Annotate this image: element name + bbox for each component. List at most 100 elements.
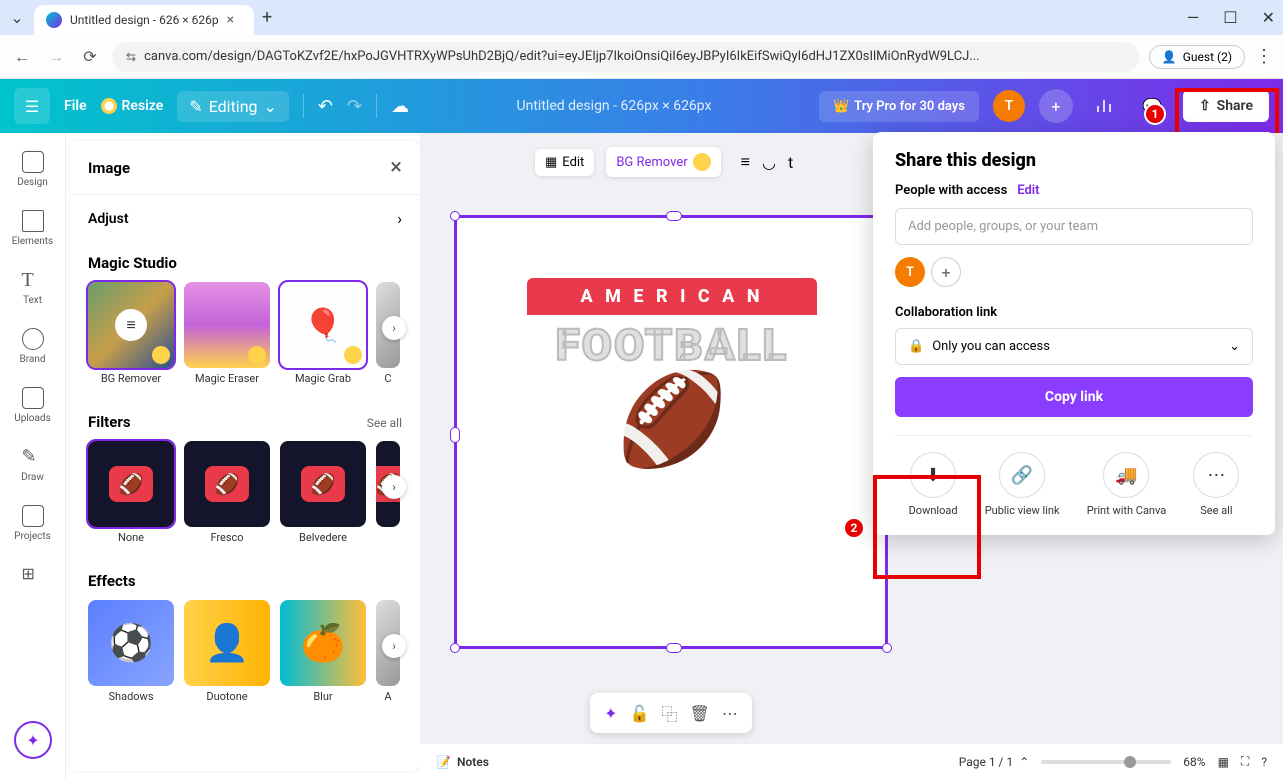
link-icon: 🔗 (999, 452, 1045, 498)
profile-button[interactable]: 👤 Guest (2) (1149, 45, 1245, 69)
grid-view-icon[interactable]: ▦ (1218, 755, 1229, 769)
rail-design[interactable]: Design (0, 143, 65, 196)
new-tab-button[interactable]: + (262, 7, 272, 28)
filter-fresco[interactable]: Fresco (184, 441, 270, 544)
browser-chrome: ⌄ Untitled design - 626 × 626p × + — ☐ ✕ (0, 0, 1283, 35)
see-all-action[interactable]: ⋯See all (1193, 452, 1239, 517)
rail-projects[interactable]: Projects (0, 497, 65, 550)
resize-handle[interactable] (666, 643, 682, 653)
back-icon[interactable]: ← (10, 47, 34, 67)
reload-icon[interactable]: ⟳ (78, 47, 102, 66)
filters-see-all[interactable]: See all (367, 416, 402, 430)
download-action[interactable]: ⬇Download (909, 452, 958, 517)
magic-bg-remover[interactable]: BG Remover (88, 282, 174, 385)
filter-belvedere[interactable]: Belvedere (280, 441, 366, 544)
upload-icon: ⇧ (1199, 98, 1211, 114)
notes-button[interactable]: 📝Notes (436, 755, 489, 769)
fullscreen-icon[interactable]: ⛶ (1241, 754, 1249, 769)
crop-icon[interactable]: ◡ (762, 153, 776, 172)
site-info-icon[interactable]: ⇆ (126, 50, 136, 64)
profile-label: Guest (2) (1183, 50, 1232, 64)
zoom-slider[interactable] (1041, 760, 1171, 764)
undo-icon[interactable]: ↶ (318, 96, 333, 117)
floating-toolbar: ✦ 🔓 ⿻ 🗑 ⋯ (456, 693, 886, 733)
text-icon[interactable]: t (788, 153, 793, 172)
crown-icon (101, 98, 117, 114)
add-people-input[interactable]: Add people, groups, or your team (895, 208, 1253, 245)
close-window-icon[interactable]: ✕ (1262, 8, 1275, 27)
close-tab-icon[interactable]: × (227, 12, 234, 28)
scroll-right-icon[interactable]: › (382, 316, 406, 340)
file-menu[interactable]: File (64, 98, 87, 114)
avatar[interactable]: T (993, 90, 1025, 122)
bg-remover-button[interactable]: BG Remover (606, 147, 720, 177)
chevron-right-icon: › (397, 209, 402, 228)
design-name[interactable]: Untitled design - 626px × 626px (423, 98, 805, 114)
effects-title: Effects (88, 572, 402, 590)
more-icon[interactable]: ⋯ (722, 704, 738, 723)
tab-title: Untitled design - 626 × 626p (70, 13, 219, 27)
truck-icon: 🚚 (1103, 452, 1149, 498)
delete-icon[interactable]: 🗑 (690, 704, 710, 723)
resize-handle[interactable] (450, 643, 460, 653)
effects-row: Shadows Duotone Blur A › (88, 600, 402, 703)
main-menu-button[interactable]: ☰ (14, 88, 50, 124)
magic-eraser[interactable]: Magic Eraser (184, 282, 270, 385)
left-rail: Design Elements TText Brand Uploads ✎Dra… (0, 133, 66, 779)
edit-access-link[interactable]: Edit (1017, 183, 1039, 198)
browser-tab[interactable]: Untitled design - 626 × 626p × (34, 5, 254, 35)
rail-uploads[interactable]: Uploads (0, 379, 65, 432)
edit-image-button[interactable]: ▦Edit (535, 149, 594, 176)
minimize-icon[interactable]: — (1187, 8, 1200, 27)
rail-text[interactable]: TText (0, 261, 65, 314)
address-bar[interactable]: ⇆ canva.com/design/DAGToKZvf2E/hxPoJGVHT… (112, 42, 1139, 72)
magic-icon[interactable]: ✦ (604, 704, 617, 723)
window-controls: — ☐ ✕ (1187, 8, 1275, 27)
copy-link-button[interactable]: Copy link (895, 377, 1253, 417)
resize-handle[interactable] (882, 643, 892, 653)
rail-draw[interactable]: ✎Draw (0, 438, 65, 491)
cloud-sync-icon[interactable]: ☁ (391, 96, 409, 117)
resize-button[interactable]: Resize (101, 98, 164, 114)
redo-icon[interactable]: ↷ (347, 96, 362, 117)
lock-icon: 🔒 (908, 339, 924, 354)
close-panel-icon[interactable]: × (390, 155, 402, 180)
design-canvas[interactable]: A M E R I C A N FOOTBALL 🏈 (456, 217, 886, 647)
effect-blur[interactable]: Blur (280, 600, 366, 703)
add-member-button[interactable]: + (1039, 89, 1073, 123)
effect-duotone[interactable]: Duotone (184, 600, 270, 703)
help-icon[interactable]: ? (1261, 755, 1267, 769)
try-pro-button[interactable]: 👑Try Pro for 30 days (819, 91, 979, 122)
resize-handle[interactable] (666, 211, 682, 221)
print-action[interactable]: 🚚Print with Canva (1087, 452, 1167, 517)
public-link-action[interactable]: 🔗Public view link (985, 452, 1060, 517)
zoom-value[interactable]: 68% (1183, 755, 1205, 769)
share-button[interactable]: ⇧ Share (1183, 90, 1269, 122)
page-indicator[interactable]: Page 1 / 1⌃ (959, 755, 1030, 769)
tab-list-dropdown[interactable]: ⌄ (8, 9, 26, 27)
resize-handle[interactable] (450, 427, 460, 443)
magic-assistant-button[interactable]: ✦ (14, 721, 52, 759)
magic-grab[interactable]: Magic Grab (280, 282, 366, 385)
analytics-icon[interactable] (1087, 89, 1121, 123)
rail-apps[interactable]: ⊞ (0, 556, 65, 594)
divider (303, 94, 304, 118)
browser-menu-icon[interactable]: ⋮ (1255, 46, 1273, 67)
maximize-icon[interactable]: ☐ (1223, 8, 1237, 27)
effect-shadows[interactable]: Shadows (88, 600, 174, 703)
scroll-right-icon[interactable]: › (382, 634, 406, 658)
list-icon[interactable]: ≡ (741, 152, 750, 172)
rail-brand[interactable]: Brand (0, 320, 65, 373)
add-collaborator-button[interactable]: + (931, 257, 961, 287)
scroll-right-icon[interactable]: › (382, 475, 406, 499)
football-logo-image[interactable]: A M E R I C A N FOOTBALL 🏈 (527, 278, 817, 465)
collab-access-select[interactable]: 🔒 Only you can access ⌄ (895, 328, 1253, 365)
editing-mode-button[interactable]: ✎Editing⌄ (177, 91, 289, 122)
adjust-row[interactable]: Adjust › (70, 194, 420, 242)
filter-none[interactable]: None (88, 441, 174, 544)
copy-icon[interactable]: ⿻ (662, 701, 678, 725)
rail-elements[interactable]: Elements (0, 202, 65, 255)
avatar[interactable]: T (895, 257, 925, 287)
lock-icon[interactable]: 🔓 (630, 704, 650, 723)
resize-handle[interactable] (450, 211, 460, 221)
